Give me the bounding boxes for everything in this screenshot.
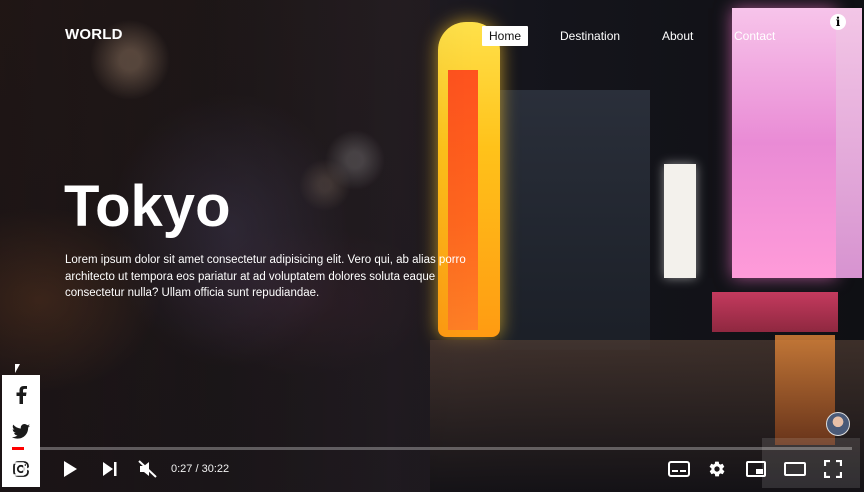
hero-description: Lorem ipsum dolor sit amet consectetur a… bbox=[65, 254, 466, 299]
facebook-icon[interactable] bbox=[2, 377, 40, 413]
info-icon[interactable]: i bbox=[830, 14, 846, 30]
next-icon[interactable] bbox=[102, 452, 118, 486]
fullscreen-icon[interactable] bbox=[824, 452, 842, 486]
main-nav: Home Destination About Contact bbox=[0, 26, 864, 48]
player-controls: 0:27 / 30:22 bbox=[0, 452, 864, 486]
miniplayer-icon[interactable] bbox=[746, 452, 766, 486]
overlay-shade bbox=[0, 0, 864, 492]
prev-icon[interactable] bbox=[12, 452, 38, 486]
mouse-cursor bbox=[15, 364, 20, 373]
settings-icon[interactable] bbox=[708, 452, 726, 486]
progress-bar[interactable] bbox=[12, 447, 852, 450]
nav-destination[interactable]: Destination bbox=[560, 26, 620, 46]
twitter-icon[interactable] bbox=[2, 413, 40, 449]
theater-icon[interactable] bbox=[784, 452, 806, 486]
progress-played bbox=[12, 447, 24, 450]
mute-icon[interactable] bbox=[138, 452, 158, 486]
subtitles-icon[interactable] bbox=[668, 452, 690, 486]
video-frame[interactable]: WORLD Home Destination About Contact i T… bbox=[0, 0, 864, 492]
nav-home[interactable]: Home bbox=[482, 26, 529, 46]
time-display: 0:27 / 30:22 bbox=[171, 463, 230, 475]
hero-title: Tokyo bbox=[64, 174, 231, 239]
play-icon[interactable] bbox=[62, 452, 78, 486]
nav-about[interactable]: About bbox=[662, 26, 693, 46]
nav-contact[interactable]: Contact bbox=[734, 26, 775, 46]
channel-avatar[interactable] bbox=[826, 412, 850, 436]
